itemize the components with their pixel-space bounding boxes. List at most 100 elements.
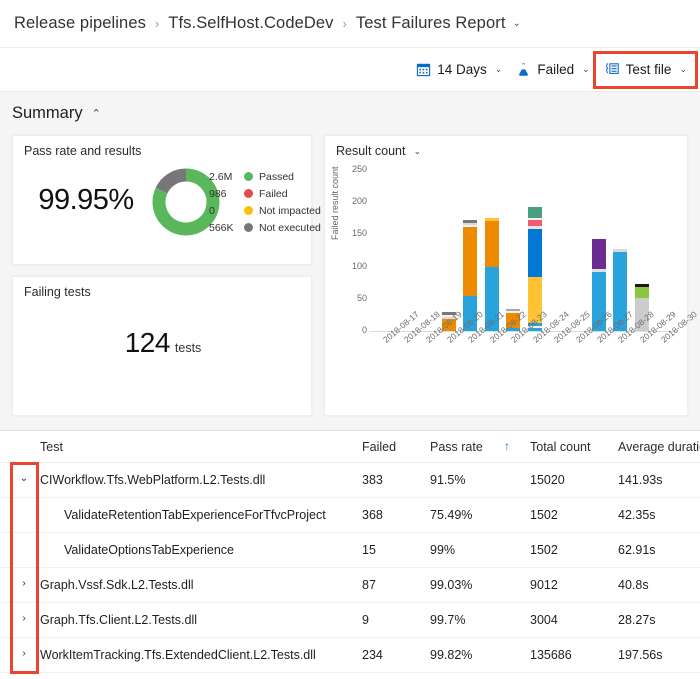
- pass-rate-card: Pass rate and results 99.95% 2.6M Passed 9…: [12, 135, 321, 265]
- column-header-failed[interactable]: Failed: [362, 440, 396, 454]
- cell-failed: 234: [362, 648, 383, 662]
- cell-average-duration: 141.93s: [618, 473, 663, 487]
- chart-y-tick: 200: [351, 196, 367, 207]
- cell-average-duration: 42.35s: [618, 508, 656, 522]
- chevron-right-icon[interactable]: ›: [18, 648, 30, 659]
- chevron-right-icon[interactable]: ›: [18, 613, 30, 624]
- column-header-total-count[interactable]: Total count: [530, 440, 590, 454]
- legend-color-dot: [244, 223, 253, 232]
- chart-plot-area: [374, 170, 674, 331]
- cell-test-name: Graph.Tfs.Client.L2.Tests.dll: [40, 613, 198, 627]
- summary-header[interactable]: Summary ⌃: [12, 104, 101, 123]
- legend-color-dot: [244, 206, 253, 215]
- cell-average-duration: 62.91s: [618, 543, 656, 557]
- chevron-down-icon: ⌄: [582, 64, 590, 74]
- cell-pass-rate: 99%: [430, 543, 456, 557]
- legend-item: 2.6M Passed: [209, 168, 321, 185]
- failing-tests-card-title: Failing tests: [24, 285, 91, 299]
- chevron-down-icon: ⌄: [679, 64, 687, 74]
- cell-test-name: CIWorkflow.Tfs.WebPlatform.L2.Tests.dll: [40, 473, 266, 487]
- result-count-card-title: Result count: [336, 144, 406, 158]
- cell-average-duration: 28.27s: [618, 613, 656, 627]
- breadcrumb-item-report[interactable]: Test Failures Report: [356, 14, 506, 33]
- failing-tests-card: Failing tests 124 tests: [12, 276, 312, 416]
- chart-bar-segment: [527, 207, 542, 218]
- cell-failed: 15: [362, 543, 376, 557]
- filter-toolbar: 14 Days ⌄ Failed ⌄ Test file ⌄: [0, 47, 700, 92]
- cell-total-count: 1502: [530, 543, 558, 557]
- group-by-icon: [604, 62, 620, 77]
- table-row[interactable]: › Graph.Tfs.Client.L2.Tests.dll 9 99.7% 3004…: [0, 603, 700, 638]
- filter-group-by-label: Test file: [625, 62, 672, 77]
- breadcrumb: Release pipelines › Tfs.SelfHost.CodeDev…: [0, 0, 700, 47]
- column-header-test[interactable]: Test: [40, 440, 63, 454]
- table-row[interactable]: ⌄ CIWorkflow.Tfs.WebPlatform.L2.Tests.dll…: [0, 463, 700, 498]
- cell-failed: 368: [362, 508, 383, 522]
- table-row[interactable]: ValidateRetentionTabExperienceForTfvcPro…: [0, 498, 700, 533]
- breadcrumb-separator-icon: ›: [154, 16, 160, 31]
- chart-bar-segment: [634, 287, 649, 298]
- chart-y-tick: 0: [361, 325, 367, 335]
- chart-y-tick: 250: [351, 164, 367, 174]
- test-results-table: Test Failed Pass rate ↑ Total count Aver…: [0, 431, 700, 679]
- filter-date-range-label: 14 Days: [437, 62, 487, 77]
- cell-average-duration: 40.8s: [618, 578, 649, 592]
- cell-total-count: 135686: [530, 648, 572, 662]
- breadcrumb-separator-icon: ›: [342, 16, 347, 31]
- table-row[interactable]: › Graph.Vssf.Sdk.L2.Tests.dll 87 99.03% 9012…: [0, 568, 700, 603]
- cell-test-name: ValidateRetentionTabExperienceForTfvcPro…: [64, 508, 326, 522]
- filter-group-by[interactable]: Test file ⌄: [592, 50, 699, 89]
- result-count-chart: Failed result count 0 50 100 150 200 250 2018…: [325, 162, 699, 417]
- table-header-row: Test Failed Pass rate ↑ Total count Aver…: [0, 431, 700, 463]
- filter-outcome[interactable]: Failed ⌄: [510, 56, 595, 84]
- cell-failed: 383: [362, 473, 383, 487]
- chart-y-tick: 100: [351, 260, 367, 271]
- column-header-average-duration[interactable]: Average duration: [618, 440, 700, 454]
- chart-bar-segment: [592, 238, 606, 269]
- table-row[interactable]: ValidateOptionsTabExperience 15 99% 1502 62.…: [0, 533, 700, 568]
- cell-pass-rate: 99.7%: [430, 613, 466, 627]
- legend-item-value: 2.6M: [209, 170, 233, 183]
- cell-total-count: 1502: [530, 508, 558, 522]
- chevron-down-icon[interactable]: ⌄: [413, 146, 421, 157]
- legend-color-dot: [244, 189, 253, 198]
- chart-y-tick: 150: [351, 228, 367, 239]
- chevron-down-icon[interactable]: ⌄: [513, 18, 521, 29]
- result-count-card-header[interactable]: Result count ⌄: [336, 144, 421, 158]
- cell-failed: 87: [362, 578, 376, 592]
- legend-item-value: 566K: [209, 221, 234, 234]
- filter-date-range[interactable]: 14 Days ⌄: [410, 56, 508, 84]
- cell-pass-rate: 99.82%: [430, 648, 473, 662]
- legend-item: 0 Not impacted: [209, 202, 321, 219]
- legend-item: 986 Failed: [209, 185, 321, 202]
- legend-item-value: 0: [209, 204, 215, 217]
- cell-pass-rate: 75.49%: [430, 508, 473, 522]
- legend-item-label: Failed: [259, 187, 288, 200]
- chart-bar-segment: [527, 229, 542, 277]
- test-failures-report-page: Release pipelines › Tfs.SelfHost.CodeDev…: [0, 0, 700, 679]
- column-header-pass-rate[interactable]: Pass rate: [430, 440, 483, 454]
- pass-rate-card-title: Pass rate and results: [24, 144, 142, 158]
- calendar-icon: [416, 62, 431, 77]
- chart-bar-segment: [484, 220, 499, 267]
- cell-total-count: 9012: [530, 578, 558, 592]
- legend-item-label: Not impacted: [259, 204, 321, 217]
- failing-tests-unit: tests: [174, 341, 202, 355]
- chart-bar-segment: [463, 226, 478, 296]
- chevron-right-icon[interactable]: ›: [18, 578, 30, 589]
- filter-outcome-label: Failed: [537, 62, 575, 77]
- legend-item: 566K Not executed: [209, 219, 321, 236]
- cell-pass-rate: 91.5%: [430, 473, 466, 487]
- chevron-down-icon[interactable]: ⌄: [18, 473, 30, 484]
- sort-ascending-icon[interactable]: ↑: [504, 439, 510, 453]
- breadcrumb-item-release-pipelines[interactable]: Release pipelines: [14, 14, 146, 33]
- table-row[interactable]: › WorkItemTracking.Tfs.ExtendedClient.L2.…: [0, 638, 700, 673]
- cell-test-name: Graph.Vssf.Sdk.L2.Tests.dll: [40, 578, 194, 592]
- legend-item-label: Passed: [259, 170, 295, 183]
- chevron-down-icon: ⌄: [494, 64, 503, 74]
- legend-item-label: Not executed: [259, 221, 321, 234]
- chevron-up-icon[interactable]: ⌃: [92, 107, 101, 120]
- breadcrumb-item-pipeline[interactable]: Tfs.SelfHost.CodeDev: [168, 14, 333, 33]
- cell-test-name: ValidateOptionsTabExperience: [64, 543, 235, 557]
- cell-failed: 9: [362, 613, 369, 627]
